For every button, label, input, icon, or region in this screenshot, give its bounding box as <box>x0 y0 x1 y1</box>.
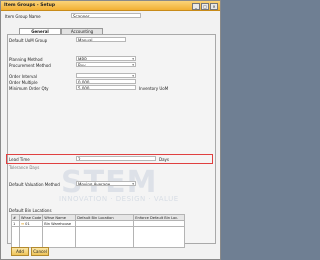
stem-watermark-tagline: INNOVATION · DESIGN · VALUE <box>59 195 179 203</box>
order-interval-label: Order Interval <box>9 74 37 79</box>
order-multiple-label: Order Multiple <box>9 80 38 85</box>
cancel-button[interactable]: Cancel <box>31 247 49 256</box>
bin-locations-table: # Whse Code Whse Name Default Bin Locati… <box>11 214 186 248</box>
planning-method-label: Planning Method <box>9 57 43 62</box>
lead-time-label: Lead Time <box>9 157 30 162</box>
valuation-method-select[interactable]: Moving Average <box>76 181 136 186</box>
lead-time-unit: Days <box>159 157 169 162</box>
item-groups-setup-window: Item Groups - Setup _ □ × Item Group Nam… <box>0 0 221 260</box>
title-bar: Item Groups - Setup _ □ × <box>1 1 220 11</box>
min-order-qty-field[interactable]: 5.000 <box>76 85 136 90</box>
procurement-method-label: Procurement Method <box>9 63 51 68</box>
add-button[interactable]: Add <box>11 247 29 256</box>
item-group-name-field[interactable]: Scanner <box>71 13 141 18</box>
minimize-icon[interactable]: _ <box>192 3 200 10</box>
whse-code-value: 01 <box>25 221 30 226</box>
valuation-method-label: Default Valuation Method <box>9 182 60 187</box>
order-interval-select[interactable] <box>76 73 136 78</box>
min-order-qty-unit: Inventory UoM <box>139 86 169 91</box>
tolerance-days-label: Tolerance Days <box>9 165 40 170</box>
maximize-icon[interactable]: □ <box>201 3 209 10</box>
window-controls: _ □ × <box>192 3 218 10</box>
close-icon[interactable]: × <box>210 3 218 10</box>
default-uom-group-label: Default UoM Group <box>9 38 48 43</box>
order-multiple-field[interactable]: 0.000 <box>76 79 136 84</box>
default-uom-group-field[interactable]: Manual <box>76 37 126 42</box>
item-group-name-label: Item Group Name <box>5 14 41 19</box>
procurement-method-select[interactable]: Buy <box>76 62 136 67</box>
table-row[interactable] <box>11 226 186 248</box>
lead-time-field[interactable]: 2 <box>76 156 156 161</box>
min-order-qty-label: Minimum Order Qty <box>9 86 49 91</box>
planning-method-select[interactable]: MRP <box>76 56 136 61</box>
bin-locations-label: Default Bin Locations <box>9 208 52 213</box>
whse-link-arrow-icon[interactable]: ➡ <box>21 222 24 226</box>
window-title: Item Groups - Setup <box>4 3 56 8</box>
